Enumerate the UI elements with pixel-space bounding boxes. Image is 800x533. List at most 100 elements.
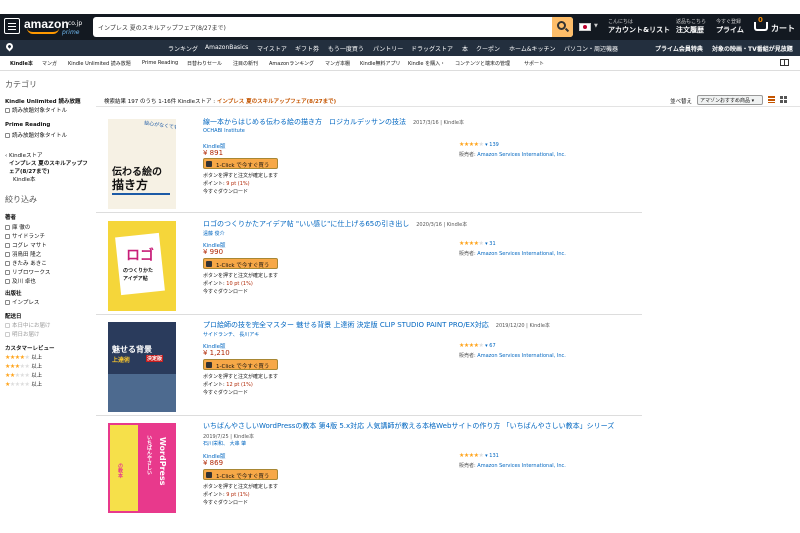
book-cover[interactable]: 魅せる背景 上達術 決定版 <box>108 322 176 412</box>
store-back-link[interactable]: ‹ Kindleストア <box>5 152 42 160</box>
result-author-link[interactable]: OCHABI Institute <box>203 128 245 134</box>
kindle-nav-item[interactable]: サポート <box>524 60 544 67</box>
result-rating[interactable]: ★★★★★ ▾ 131 <box>459 452 499 459</box>
cart-count: 0 <box>758 16 763 24</box>
kindle-nav-item[interactable]: Kindle を購入・ <box>408 60 445 67</box>
author-filter[interactable]: 羽鳥田 隆之 <box>5 250 41 258</box>
result-points: ポイント: 12 pt (1%) <box>203 382 253 388</box>
subnav-item[interactable]: パソコン・周辺機器 <box>564 44 618 53</box>
kindle-nav-item[interactable]: Prime Reading <box>142 60 178 66</box>
kindle-nav-item[interactable]: 注目の新刊 <box>233 60 258 67</box>
prime-menu[interactable]: 今すぐ登録 プライム <box>716 19 744 35</box>
sort-select[interactable]: アマゾンおすすめ商品 ▾ <box>697 95 763 105</box>
location-icon[interactable] <box>4 41 15 52</box>
review-heading: カスタマーレビュー <box>5 346 55 352</box>
subnav-item[interactable]: 本 <box>462 44 468 53</box>
subnav-item[interactable]: パントリー <box>373 44 403 53</box>
store-current: インプレス 夏のスキルアップフ <box>9 161 88 167</box>
store-current-cont: ェア(8/27まで) <box>9 169 50 175</box>
kindle-nav-item[interactable]: マンガ本棚 <box>325 60 350 67</box>
review-filter[interactable]: ★★★★★ 以上 <box>5 362 42 370</box>
japan-flag-icon[interactable] <box>579 23 591 31</box>
kindle-nav-item[interactable]: Kindle本 <box>10 60 33 67</box>
book-cover[interactable]: ロゴ のつくりかた アイデア帖 <box>108 221 176 311</box>
author-filter[interactable]: コグレ マサト <box>5 241 47 249</box>
book-cover[interactable]: いちばんやさしい WordPress の教本 <box>108 423 176 513</box>
result-item: 絵心がなくても描ける! 伝わる絵の 描き方 線一本からはじめる伝わる絵の描き方 … <box>96 115 642 213</box>
grid-view-icon[interactable] <box>780 96 787 103</box>
subnav-item[interactable]: ホーム&キッチン <box>509 44 556 53</box>
search-input[interactable] <box>98 17 550 37</box>
subnav-prime-benefits[interactable]: プライム会員特典 <box>655 44 703 53</box>
result-item: 魅せる背景 上達術 決定版 プロ絵師の技を完全マスター 魅せる背景 上達術 決定… <box>96 318 642 416</box>
star-rating-icon: ★★★★★ <box>5 354 30 361</box>
publisher-filter[interactable]: インプレス <box>5 298 39 306</box>
kindle-nav-item[interactable]: 日替わりセール <box>187 60 222 67</box>
author-filter[interactable]: 庫 徹の <box>5 223 30 231</box>
search-button[interactable] <box>552 17 573 37</box>
result-title-link[interactable]: いちばんやさしいWordPressの教本 第4版 5.x対応 人気講師が教える本… <box>203 422 633 431</box>
kindle-nav-item[interactable]: マンガ <box>42 60 57 67</box>
orders-small: 返品もこちら <box>676 19 707 25</box>
review-filter[interactable]: ★★★★★ 以上 <box>5 371 42 379</box>
kindle-nav-item[interactable]: Kindle Unlimited 読み放題 <box>68 60 131 67</box>
book-cover[interactable]: 絵心がなくても描ける! 伝わる絵の 描き方 <box>108 119 176 209</box>
result-author-link[interactable]: 石川栄和、 大串 肇 <box>203 440 246 447</box>
kindle-nav-item[interactable]: Kindle無料アプリ <box>360 60 400 67</box>
result-price: ¥ 990 <box>203 248 224 256</box>
store-child-link[interactable]: Kindle本 <box>13 176 36 184</box>
result-rating[interactable]: ★★★★★ ▾ 67 <box>459 342 496 349</box>
menu-icon[interactable] <box>4 18 20 34</box>
release-filter[interactable]: 本日中にお届け <box>5 321 51 329</box>
one-click-buy-button[interactable]: 1-Click で今すぐ買う <box>203 469 278 480</box>
kindle-nav-item[interactable]: Amazonランキング <box>269 60 314 67</box>
category-heading: カテゴリ <box>5 80 37 89</box>
result-seller: 販売者: Amazon Services International, Inc. <box>459 353 566 359</box>
result-title-link[interactable]: ロゴのつくりかたアイデア帖 "いい感じ"に仕上げる65の引き出し 2020/3/… <box>203 220 633 230</box>
one-click-buy-button[interactable]: 1-Click で今すぐ買う <box>203 359 278 370</box>
cart-label: カート <box>771 24 795 33</box>
kindle-nav-item[interactable]: コンテンツと端末の管理 <box>455 60 510 67</box>
subnav-item[interactable]: AmazonBasics <box>205 44 248 51</box>
author-filter[interactable]: リブロワークス <box>5 268 50 276</box>
list-view-icon[interactable] <box>768 96 775 103</box>
author-filter[interactable]: 及川 卓也 <box>5 277 36 285</box>
account-label: アカウント&リスト <box>608 26 671 34</box>
account-menu[interactable]: こんにちは アカウント&リスト <box>608 19 670 35</box>
result-author-link[interactable]: 遠藤 俊介 <box>203 230 225 237</box>
one-click-buy-button[interactable]: 1-Click で今すぐ買う <box>203 258 278 269</box>
subnav-item[interactable]: ランキング <box>168 44 198 53</box>
star-rating-icon: ★★★★★ <box>459 452 484 459</box>
one-click-icon <box>206 261 212 267</box>
author-filter[interactable]: サイドランチ <box>5 232 45 240</box>
subnav-item[interactable]: クーポン <box>476 44 500 53</box>
orders-menu[interactable]: 返品もこちら 注文履歴 <box>676 19 706 35</box>
prime-small: 今すぐ登録 <box>716 19 742 25</box>
author-heading: 著者 <box>5 215 17 221</box>
kindle-book-icon[interactable] <box>780 59 789 66</box>
pr-filter[interactable]: 読み放題対象タイトル <box>5 131 67 139</box>
review-filter[interactable]: ★★★★★ 以上 <box>5 380 42 388</box>
checkbox[interactable] <box>5 108 10 113</box>
amazon-logo[interactable]: amazon .co.jp prime <box>24 17 84 37</box>
review-filter[interactable]: ★★★★★ 以上 <box>5 353 42 361</box>
result-title-link[interactable]: プロ絵師の技を完全マスター 魅せる背景 上達術 決定版 CLIP STUDIO … <box>203 321 633 331</box>
subnav-prime-video[interactable]: 対象の映画・TV番組が見放題 <box>712 44 793 53</box>
result-rating[interactable]: ★★★★★ ▾ 31 <box>459 240 496 247</box>
star-rating-icon: ★★★★★ <box>459 240 484 247</box>
subnav-item[interactable]: もう一度買う <box>328 44 364 53</box>
release-filter[interactable]: 明日お届け <box>5 330 40 338</box>
cart-button[interactable]: 0 カート <box>754 16 798 37</box>
author-filter[interactable]: きたみ あきこ <box>5 259 47 267</box>
subnav-item[interactable]: マイストア <box>257 44 287 53</box>
subnav-item[interactable]: ドラッグストア <box>411 44 453 53</box>
checkbox[interactable] <box>5 133 10 138</box>
result-rating[interactable]: ★★★★★ ▾ 139 <box>459 141 499 148</box>
result-note: ボタンを押すと注文が確定します <box>203 374 279 380</box>
one-click-buy-button[interactable]: 1-Click で今すぐ買う <box>203 158 278 169</box>
result-author-link[interactable]: サイドランチ、 長川アキ <box>203 331 259 338</box>
result-meta: 2019/7/25 | Kindle本 <box>203 434 254 440</box>
subnav-item[interactable]: ギフト券 <box>295 44 319 53</box>
result-title-link[interactable]: 線一本からはじめる伝わる絵の描き方 ロジカルデッサンの技法 2017/3/16 … <box>203 118 633 128</box>
ku-filter[interactable]: 読み放題対象タイトル <box>5 106 67 114</box>
